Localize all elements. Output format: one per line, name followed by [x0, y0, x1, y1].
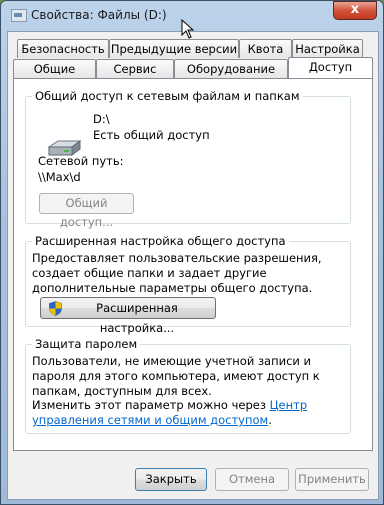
tab-general[interactable]: Общие: [13, 59, 96, 78]
close-button[interactable]: Закрыть: [135, 468, 207, 491]
password-protection-group: Защита паролем Пользователи, не имеющие …: [25, 337, 351, 434]
drive-path: D:\: [93, 112, 110, 126]
apply-button[interactable]: Применить: [295, 468, 369, 491]
network-path-label: Сетевой путь:: [38, 154, 124, 168]
network-sharing-group-title: Общий доступ к сетевым файлам и папкам: [32, 89, 303, 103]
tab-customize[interactable]: Настройка: [292, 39, 363, 58]
password-change-period: .: [268, 413, 272, 427]
tab-tools[interactable]: Сервис: [96, 59, 174, 78]
advanced-sharing-group-title: Расширенная настройка общего доступа: [32, 234, 289, 248]
advanced-sharing-description: Предоставляет пользовательские разрешени…: [32, 251, 322, 295]
tab-sharing[interactable]: Доступ: [288, 57, 373, 78]
password-protection-description: Пользователи, не имеющие учетной записи …: [32, 354, 320, 398]
close-window-button[interactable]: x: [333, 1, 377, 20]
advanced-sharing-button[interactable]: Расширенная настройка...: [40, 297, 216, 335]
window-title: Свойства: Файлы (D:): [31, 8, 167, 22]
password-change-text: Изменить этот параметр можно через Центр…: [32, 398, 346, 428]
tab-quota[interactable]: Квота: [239, 39, 292, 58]
cancel-button[interactable]: Отмена: [215, 468, 289, 491]
password-change-prefix: Изменить этот параметр можно через: [32, 398, 266, 412]
drive-window-icon: [11, 9, 27, 22]
sharing-status: Есть общий доступ: [93, 128, 210, 142]
advanced-sharing-group: Расширенная настройка общего доступа Пре…: [25, 234, 351, 335]
tab-hardware[interactable]: Оборудование: [174, 59, 288, 78]
sharing-tab-panel: Общий доступ к сетевым файлам и папкам D…: [13, 78, 373, 451]
properties-window: Свойства: Файлы (D:) x Безопасность Пред…: [0, 0, 384, 505]
password-protection-group-title: Защита паролем: [32, 337, 141, 351]
share-button[interactable]: Общий доступ...: [39, 193, 134, 229]
tab-previous-versions[interactable]: Предыдущие версии: [109, 39, 239, 58]
network-path-value: \\Max\d: [38, 170, 81, 184]
uac-shield-icon: [49, 301, 62, 316]
mouse-pointer-icon: [181, 19, 195, 39]
advanced-sharing-button-label: Расширенная настройка...: [96, 301, 178, 335]
tab-security[interactable]: Безопасность: [17, 39, 109, 58]
network-sharing-group: Общий доступ к сетевым файлам и папкам D…: [25, 89, 351, 229]
